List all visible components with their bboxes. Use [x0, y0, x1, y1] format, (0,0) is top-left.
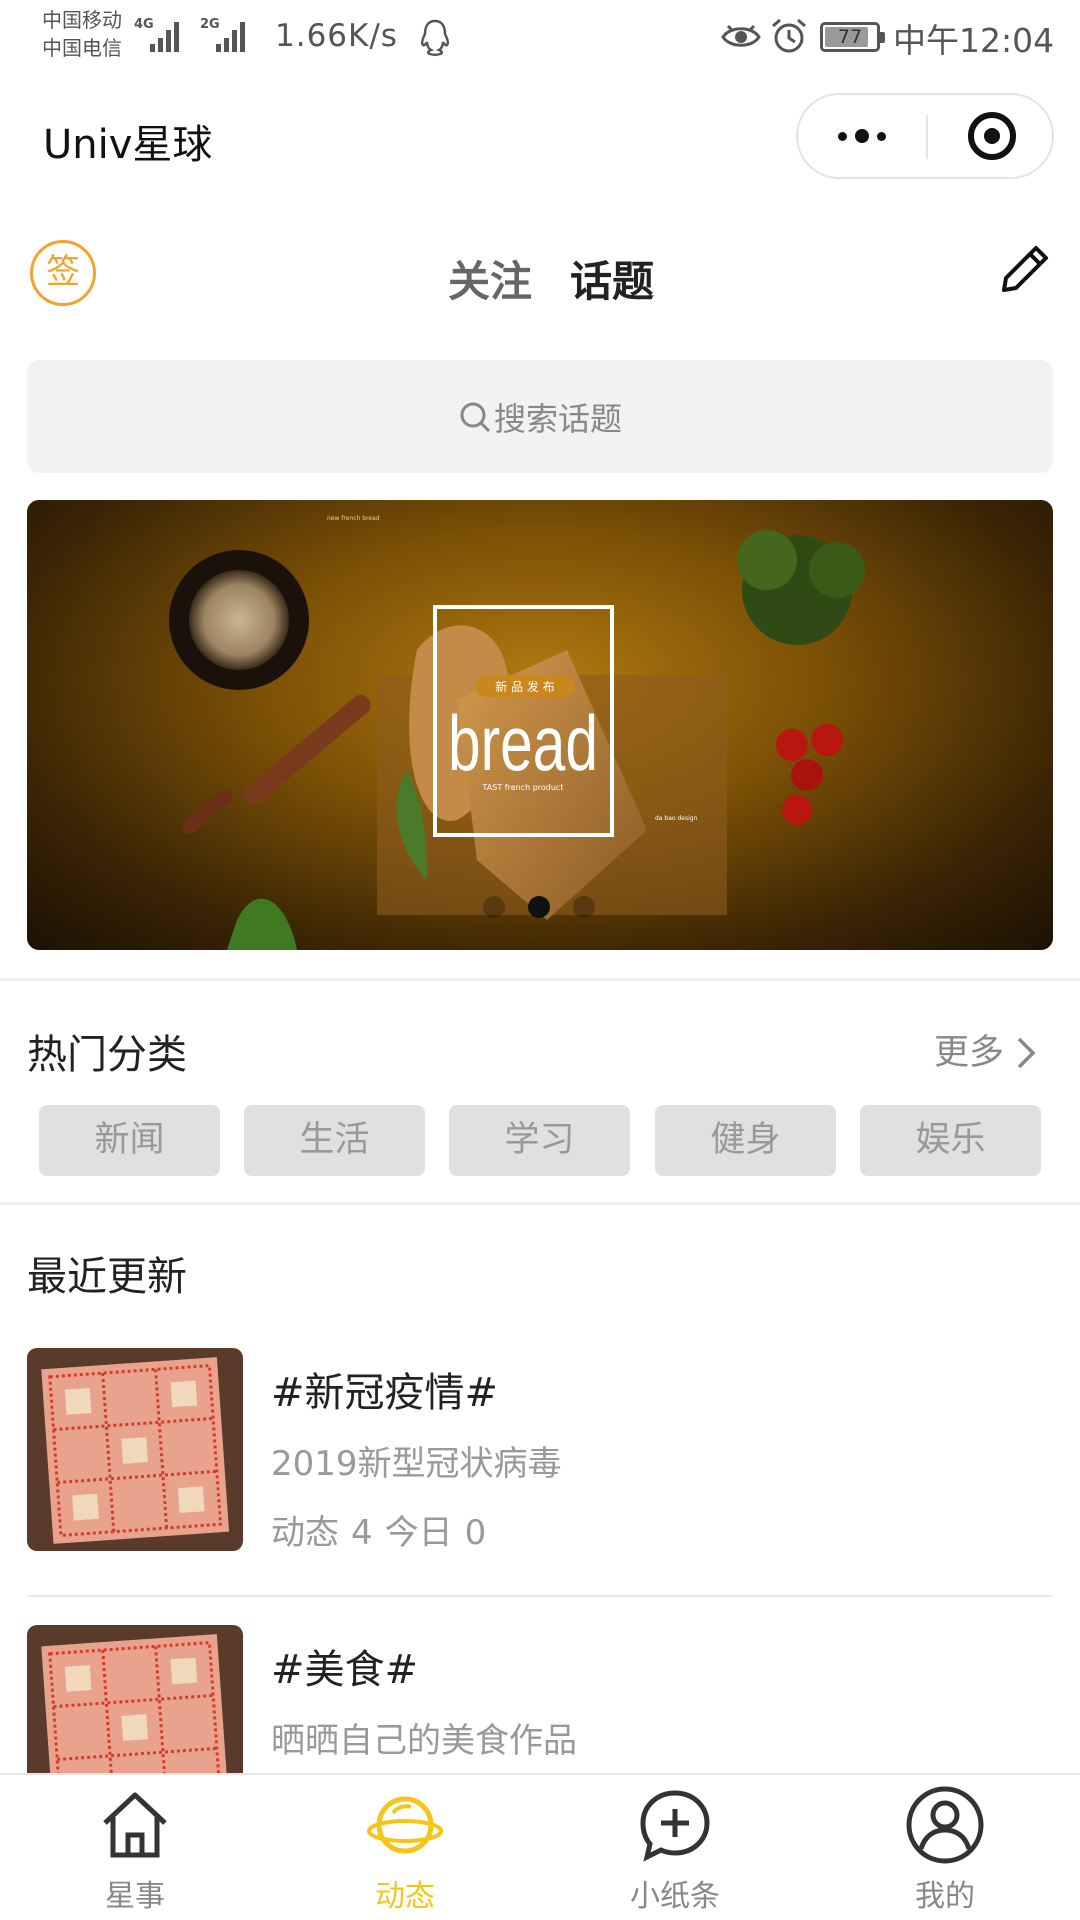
sign-in-button[interactable]: 签 [30, 240, 96, 306]
banner-image: bread 新 品 发 布 TAST french product new fr… [169, 515, 865, 950]
topic-description: 2019新型冠状病毒 [271, 1444, 562, 1484]
signal-4g-icon: 4G [134, 17, 179, 52]
capsule-menu [796, 93, 1054, 179]
topic-name: #美食# [271, 1647, 419, 1693]
close-mini-program-button[interactable] [928, 95, 1054, 177]
recent-updates-title: 最近更新 [27, 1254, 187, 1300]
battery-percent: 77 [837, 26, 863, 48]
banner-tagline: TAST french product [482, 783, 564, 792]
banner-small-text: new french bread [327, 515, 380, 522]
clock: 中午12:04 [893, 21, 1055, 60]
tab-feed[interactable]: 动态 [270, 1775, 540, 1920]
hot-categories-title: 热门分类 [27, 1032, 187, 1078]
target-icon [968, 112, 1016, 160]
more-options-button[interactable] [798, 95, 926, 177]
status-bar: 中国移动 中国电信 4G 2G 1.66K/s 77 中午12:04 [0, 0, 1080, 76]
topic-item[interactable]: #美食# 晒晒自己的美食作品 [0, 1625, 1080, 1773]
topic-name: #新冠疫情# [271, 1370, 499, 1416]
carrier-names: 中国移动 中国电信 [42, 6, 122, 62]
topic-description: 晒晒自己的美食作品 [271, 1721, 577, 1761]
carousel-dot-2-active[interactable] [528, 896, 550, 918]
category-fitness[interactable]: 健身 [655, 1105, 836, 1176]
tab-label: 星事 [105, 1879, 165, 1914]
section-separator [0, 1202, 1080, 1205]
search-icon [460, 402, 491, 433]
search-placeholder: 搜索话题 [493, 400, 622, 438]
topic-item[interactable]: #新冠疫情# 2019新型冠状病毒 动态 4 今日 0 [0, 1348, 1080, 1568]
carrier-2: 中国电信 [42, 36, 122, 60]
tab-topic[interactable]: 话题 [570, 248, 654, 309]
banner-corner-text: da bao design [655, 815, 698, 822]
top-nav: 签 关注 话题 [0, 230, 1080, 320]
category-life[interactable]: 生活 [244, 1105, 425, 1176]
banner-headline: bread [448, 699, 598, 787]
topic-thumbnail [27, 1625, 243, 1773]
tab-mine[interactable]: 我的 [810, 1775, 1080, 1920]
mini-program-titlebar: Univ星球 [0, 76, 1080, 202]
more-categories-link[interactable]: 更多 [934, 1024, 1004, 1075]
planet-icon [367, 1796, 443, 1854]
tab-notes[interactable]: 小纸条 [540, 1775, 810, 1920]
battery-indicator: 77 [820, 22, 885, 52]
category-entertainment[interactable]: 娱乐 [860, 1105, 1041, 1176]
topic-stats: 动态 4 今日 0 [271, 1505, 498, 1554]
tab-follow[interactable]: 关注 [448, 248, 532, 309]
today-label: 今日 [384, 1513, 453, 1553]
svg-text:4G: 4G [134, 17, 154, 32]
net-speed: 1.66K/s [275, 18, 398, 54]
carrier-1: 中国移动 [42, 8, 122, 32]
chevron-right-icon[interactable] [1015, 1033, 1039, 1073]
more-dot-icon [838, 132, 847, 141]
tab-label: 小纸条 [630, 1879, 720, 1914]
posts-count: 4 [351, 1513, 373, 1553]
banner-carousel[interactable]: bread 新 品 发 布 TAST french product new fr… [27, 500, 1053, 950]
list-divider [27, 1595, 1053, 1597]
qq-icon [420, 19, 450, 56]
alarm-icon [772, 18, 806, 53]
banner-badge: 新 品 发 布 [495, 679, 554, 694]
user-icon [906, 1786, 984, 1864]
add-circle-icon [640, 1790, 710, 1862]
eye-icon [721, 24, 761, 47]
category-study[interactable]: 学习 [449, 1105, 630, 1176]
carousel-dot-3[interactable] [573, 896, 595, 918]
posts-label: 动态 [271, 1513, 339, 1553]
today-count: 0 [464, 1513, 487, 1553]
topic-thumbnail [27, 1348, 243, 1551]
bottom-tab-bar: 星事 动态 小纸条 我的 [0, 1773, 1080, 1920]
category-news[interactable]: 新闻 [39, 1105, 220, 1176]
tab-label: 我的 [915, 1879, 975, 1914]
signal-2g-icon: 2G [200, 17, 245, 52]
home-icon [103, 1792, 167, 1858]
svg-text:2G: 2G [200, 17, 220, 32]
carousel-dot-1[interactable] [483, 896, 505, 918]
tab-label: 动态 [375, 1879, 435, 1914]
more-dot-icon [877, 132, 886, 141]
search-placeholder-row: 搜索话题 [27, 394, 1053, 440]
search-bar[interactable]: 搜索话题 [27, 360, 1053, 473]
more-dot-icon [855, 129, 869, 143]
edit-icon[interactable] [996, 238, 1056, 298]
tab-stars-events[interactable]: 星事 [0, 1775, 270, 1920]
section-separator [0, 978, 1080, 981]
app-title: Univ星球 [43, 122, 213, 168]
